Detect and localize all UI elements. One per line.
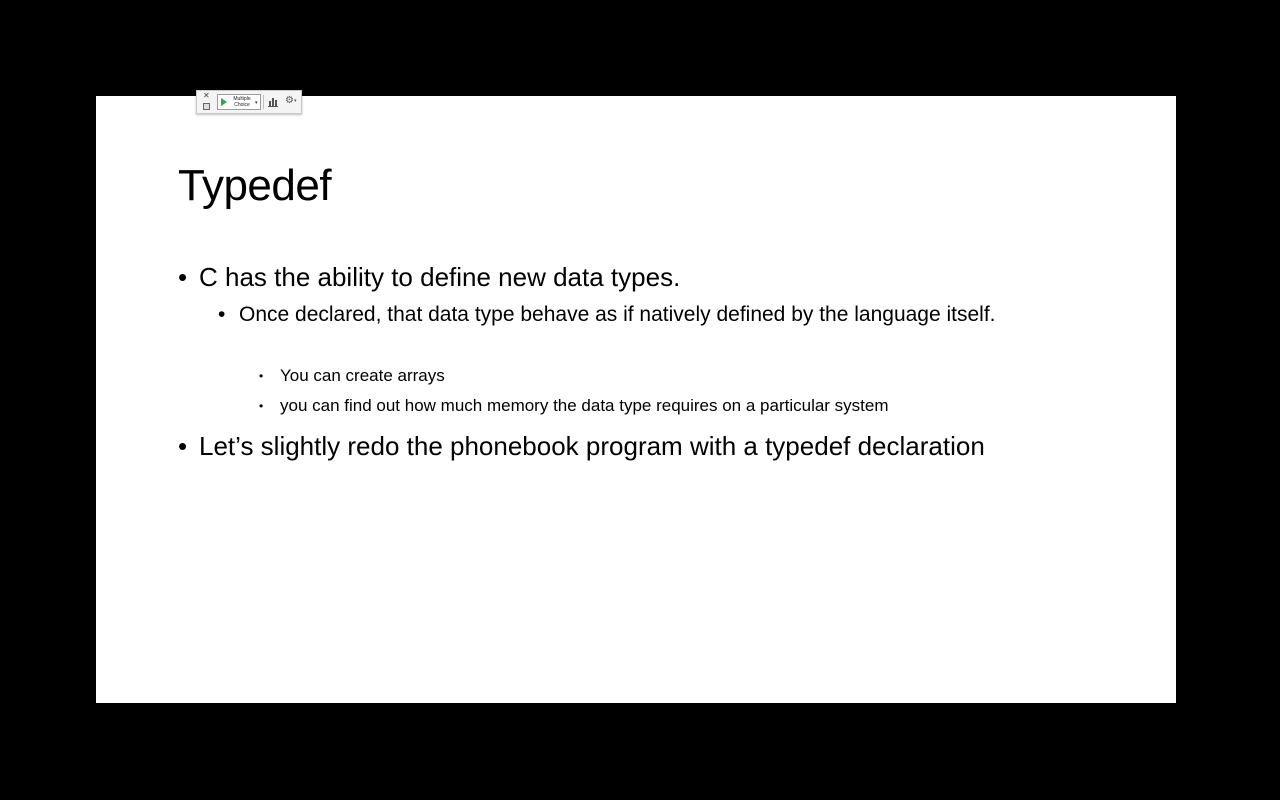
bullet-level1: • C has the ability to define new data t… xyxy=(178,260,1138,294)
bullet-level3: • you can find out how much memory the d… xyxy=(259,394,1139,418)
gear-icon[interactable]: ⚙ xyxy=(285,95,294,107)
bullet-text: You can create arrays xyxy=(280,366,445,385)
presentation-stage: Typedef • C has the ability to define ne… xyxy=(0,0,1280,800)
bullet-text: Once declared, that data type behave as … xyxy=(239,303,996,326)
bullet-level1: • Let’s slightly redo the phonebook prog… xyxy=(178,429,1168,463)
slide-title: Typedef xyxy=(178,161,332,210)
toolbar-divider xyxy=(263,95,264,109)
poll-toolbar: ✕ Multiple Choice ▾ ⚙ ▾ xyxy=(196,90,302,114)
bullet-text: C has the ability to define new data typ… xyxy=(199,262,681,292)
bullet-dot: • xyxy=(178,262,188,292)
bullet-level2: • Once declared, that data type behave a… xyxy=(218,300,1068,329)
bullet-text: Let’s slightly redo the phonebook progra… xyxy=(199,431,985,461)
bar-chart-icon[interactable] xyxy=(267,95,279,108)
chevron-down-icon[interactable]: ▾ xyxy=(294,98,297,104)
slide: Typedef • C has the ability to define ne… xyxy=(96,96,1176,703)
start-poll-button[interactable]: Multiple Choice ▾ xyxy=(217,94,261,110)
slide-icon[interactable] xyxy=(203,103,210,110)
play-icon xyxy=(221,98,227,106)
close-icon[interactable]: ✕ xyxy=(203,92,210,100)
bullet-dot: • xyxy=(178,431,188,461)
chevron-down-icon[interactable]: ▾ xyxy=(255,100,258,106)
bullet-dot: • xyxy=(259,399,264,413)
bullet-level3: • You can create arrays xyxy=(259,364,1139,388)
bullet-dot: • xyxy=(259,369,264,383)
poll-type-label: Multiple Choice xyxy=(233,96,251,108)
bullet-text: you can find out how much memory the dat… xyxy=(280,396,889,415)
bullet-dot: • xyxy=(218,303,226,326)
